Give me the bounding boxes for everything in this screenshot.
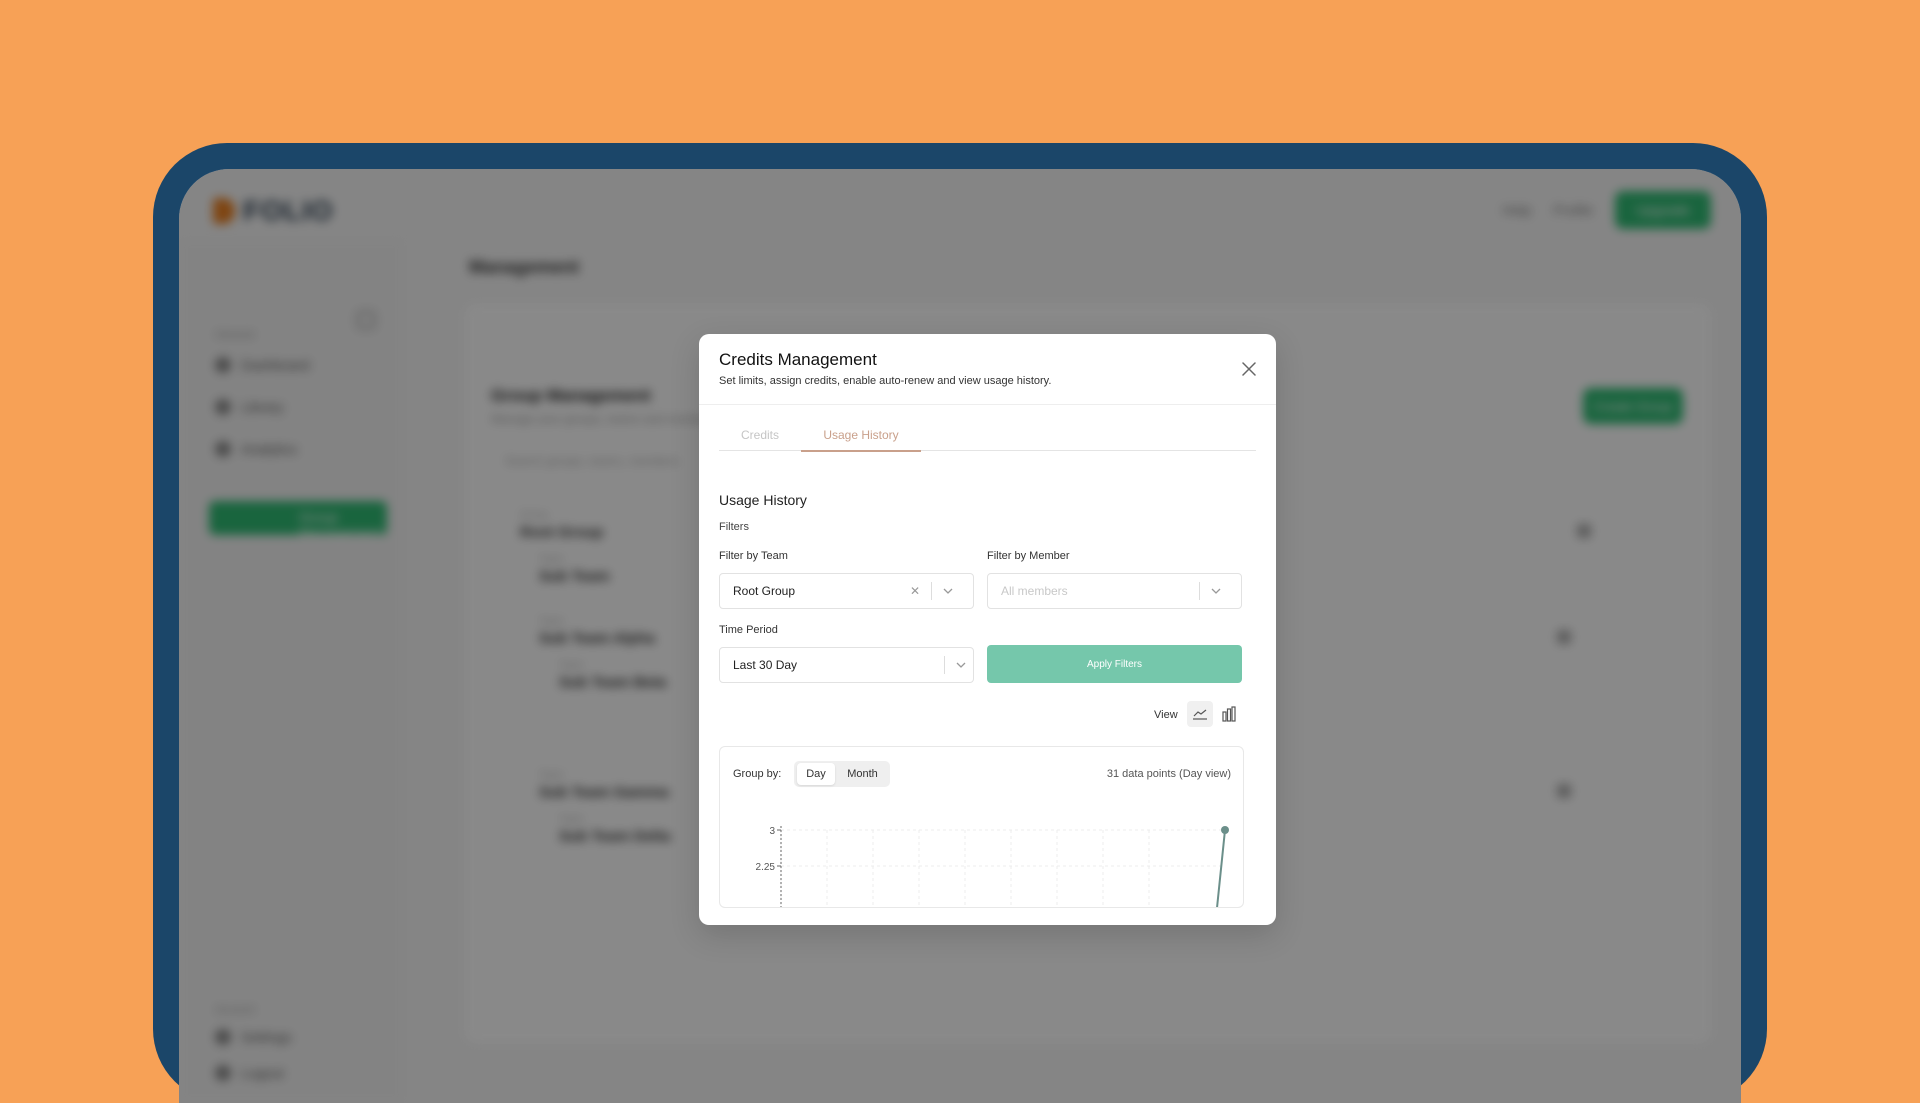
tab-usage-history[interactable]: Usage History — [801, 420, 921, 449]
time-period-select[interactable]: Last 30 Day — [719, 647, 974, 683]
usage-chart-card: Group by: Day Month 31 data points (Day … — [719, 746, 1244, 908]
line-chart-view-button[interactable] — [1187, 701, 1213, 727]
y-tick-label: 3 — [769, 826, 775, 837]
group-by-label: Group by: — [733, 768, 782, 780]
bar-chart-icon — [1222, 706, 1236, 722]
apply-filters-button[interactable]: Apply Filters — [987, 645, 1242, 683]
filter-team-label: Filter by Team — [719, 550, 788, 562]
modal-subtitle: Set limits, assign credits, enable auto-… — [719, 375, 1052, 387]
filter-team-value: Root Group — [733, 584, 796, 598]
usage-line-chart: 32.25 — [756, 826, 1229, 907]
group-by-day-button[interactable]: Day — [797, 763, 835, 785]
tab-credits[interactable]: Credits — [719, 420, 801, 449]
y-tick-label: 2.25 — [756, 862, 776, 873]
credits-management-modal: Credits Management Set limits, assign cr… — [699, 334, 1276, 925]
header-divider — [699, 404, 1276, 405]
select-separator — [944, 656, 945, 674]
data-points-note: 31 data points (Day view) — [1106, 768, 1231, 780]
select-separator — [931, 582, 932, 600]
modal-title: Credits Management — [719, 350, 877, 369]
chevron-down-icon — [1211, 588, 1221, 594]
active-tab-indicator — [801, 450, 921, 452]
close-icon[interactable] — [1240, 360, 1258, 378]
filter-member-label: Filter by Member — [987, 550, 1070, 562]
group-by-month-button[interactable]: Month — [838, 763, 887, 785]
filter-member-select[interactable]: All members — [987, 573, 1242, 609]
modal-tabs: Credits Usage History — [719, 420, 1256, 452]
clear-selection-icon[interactable]: ✕ — [910, 584, 920, 598]
time-period-value: Last 30 Day — [733, 658, 798, 672]
filter-member-placeholder: All members — [1001, 584, 1068, 598]
time-period-label: Time Period — [719, 624, 778, 636]
select-separator — [1199, 582, 1200, 600]
line-chart-icon — [1193, 709, 1207, 720]
section-title: Usage History — [719, 492, 807, 508]
series-line — [1216, 829, 1226, 907]
group-by-toggle: Day Month — [794, 761, 890, 787]
bar-chart-view-button[interactable] — [1216, 701, 1242, 727]
view-label: View — [1154, 709, 1178, 721]
filters-label: Filters — [719, 521, 749, 533]
data-point — [1221, 826, 1229, 834]
chevron-down-icon — [943, 588, 953, 594]
chevron-down-icon — [956, 662, 966, 668]
filter-team-select[interactable]: Root Group ✕ — [719, 573, 974, 609]
